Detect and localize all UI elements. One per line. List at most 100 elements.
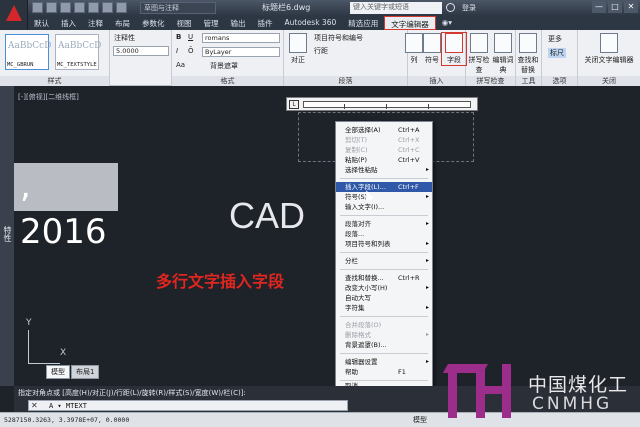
tab-extra[interactable]: ◉▾: [436, 16, 458, 30]
menu-item-copy[interactable]: 复制(C) Ctrl+C: [336, 145, 432, 155]
annotative-toggle[interactable]: 注释性: [114, 33, 135, 43]
menu-item-insert-field[interactable]: 插入字段(L)... Ctrl+F: [336, 182, 432, 192]
menu-item-cut[interactable]: 剪切(T) Ctrl+X: [336, 135, 432, 145]
search-input[interactable]: 键入关键字或短语: [350, 2, 442, 14]
tab-plugins[interactable]: 插件: [252, 16, 279, 30]
close-command-icon[interactable]: ✕: [31, 401, 38, 410]
color-combo[interactable]: ByLayer: [202, 47, 280, 57]
menu-item-import-text[interactable]: 输入文字(I)...: [336, 202, 432, 212]
text-height-combo[interactable]: 5.0000: [113, 46, 169, 56]
tab-view[interactable]: 视图: [171, 16, 198, 30]
close-editor-icon: [600, 33, 618, 53]
justify-label: 对正: [291, 56, 305, 64]
menu-item-editor-settings[interactable]: 编辑器设置 ▸: [336, 357, 432, 367]
italic-button[interactable]: I: [176, 47, 178, 55]
redo-icon[interactable]: [116, 2, 127, 13]
tab-layout1[interactable]: 布局1: [71, 365, 100, 379]
model-space-button[interactable]: 模型: [413, 415, 427, 425]
edit-dictionary-button[interactable]: 编辑词典: [491, 33, 515, 75]
spellcheck-icon: [470, 33, 488, 53]
tab-manage[interactable]: 管理: [198, 16, 225, 30]
menu-item-autocaps[interactable]: 自动大写: [336, 293, 432, 303]
menu-item-columns[interactable]: 分栏 ▸: [336, 256, 432, 266]
menu-item-background-mask[interactable]: 背景遮罩(B)...: [336, 340, 432, 350]
tools-panel: 查找和替换 工具: [516, 30, 542, 86]
workspace-dropdown[interactable]: 草图与注释: [140, 2, 216, 14]
menu-label: 改变大小写(H): [345, 284, 388, 292]
style-preview: AaBbCcD: [58, 41, 102, 51]
tab-text-editor[interactable]: 文字编辑器: [384, 16, 436, 30]
tab-model[interactable]: 模型: [46, 365, 70, 379]
line-spacing-button[interactable]: 行距: [314, 46, 328, 56]
menu-item-change-case[interactable]: 改变大小写(H) ▸: [336, 283, 432, 293]
menu-label: 全部选择(A): [345, 126, 381, 134]
search-icon[interactable]: [446, 3, 455, 12]
justify-button[interactable]: 对正: [286, 33, 310, 65]
font-combo[interactable]: romans: [202, 33, 280, 43]
case-button[interactable]: Aa: [176, 61, 185, 69]
menu-shortcut: Ctrl+A: [398, 126, 420, 134]
tab-parametric[interactable]: 参数化: [136, 16, 171, 30]
menu-label: 删除格式: [345, 331, 371, 339]
menu-item-help[interactable]: 帮助 F1: [336, 367, 432, 377]
spellcheck-button[interactable]: 拼写检查: [467, 33, 491, 75]
print-icon[interactable]: [88, 2, 99, 13]
application-menu-button[interactable]: [0, 0, 28, 30]
command-input[interactable]: ✕ A ▾ MTEXT: [28, 400, 348, 411]
tab-annotate[interactable]: 注释: [82, 16, 109, 30]
style-swatch-2[interactable]: AaBbCcD MC_TEXTSTYLE: [55, 34, 102, 70]
close-button[interactable]: ✕: [624, 1, 638, 13]
tab-autodesk360[interactable]: Autodesk 360: [279, 16, 343, 30]
properties-palette-strip[interactable]: 特性: [0, 86, 14, 386]
menu-item-symbol[interactable]: 符号(S) ▸: [336, 192, 432, 202]
login-button[interactable]: 登录: [462, 3, 476, 13]
bullets-button[interactable]: 项目符号和编号: [314, 33, 363, 43]
ruler-toggle[interactable]: 标尺: [548, 48, 566, 58]
style-swatch-1[interactable]: AaBbCcD MC_GBRUN: [5, 34, 51, 70]
tab-type-button[interactable]: L: [289, 100, 299, 109]
underline-button[interactable]: U: [188, 33, 193, 41]
menu-item-bullets[interactable]: 项目符号和列表 ▸: [336, 239, 432, 249]
menu-item-paste-special[interactable]: 选择性粘贴 ▸: [336, 165, 432, 175]
tab-output[interactable]: 输出: [225, 16, 252, 30]
mtext-ruler[interactable]: L: [286, 97, 478, 111]
overline-button[interactable]: Ō: [188, 47, 194, 55]
open-icon[interactable]: [46, 2, 57, 13]
tab-layout[interactable]: 布局: [109, 16, 136, 30]
ucs-x-axis: [28, 363, 60, 364]
field-button[interactable]: 字段: [441, 32, 467, 66]
tab-featured-apps[interactable]: 精选应用: [342, 16, 384, 30]
menu-item-combine-paragraphs[interactable]: 合并段落(O): [336, 320, 432, 330]
menu-item-charset[interactable]: 字符集 ▸: [336, 303, 432, 313]
more-button[interactable]: 更多: [548, 34, 562, 44]
viewport-label[interactable]: [-][俯视][二维线框]: [18, 92, 79, 102]
find-replace-button[interactable]: 查找和替换: [516, 33, 540, 75]
close-text-editor-button[interactable]: 关闭文字编辑器: [581, 33, 637, 65]
background-mask-button[interactable]: 背景遮罩: [210, 61, 238, 71]
ruler-tick: [428, 104, 429, 109]
bold-button[interactable]: B: [176, 33, 181, 41]
save-icon[interactable]: [60, 2, 71, 13]
undo-icon[interactable]: [102, 2, 113, 13]
menu-item-remove-formatting[interactable]: 删除格式 ▸: [336, 330, 432, 340]
layout-tabs: 模型 布局1: [46, 365, 100, 379]
menu-item-find-replace[interactable]: 查找和替换... Ctrl+R: [336, 273, 432, 283]
new-icon[interactable]: [32, 2, 43, 13]
menu-item-paragraph[interactable]: 段落...: [336, 229, 432, 239]
menu-item-paste[interactable]: 粘贴(P) Ctrl+V: [336, 155, 432, 165]
tab-insert[interactable]: 插入: [55, 16, 82, 30]
minimize-button[interactable]: —: [592, 1, 606, 13]
tab-default[interactable]: 默认: [28, 16, 55, 30]
saveas-icon[interactable]: [74, 2, 85, 13]
maximize-button[interactable]: □: [608, 1, 622, 13]
menu-item-select-all[interactable]: 全部选择(A) Ctrl+A: [336, 125, 432, 135]
at-symbol-icon: [423, 33, 441, 53]
symbol-button[interactable]: 符号: [420, 33, 444, 65]
menu-label: 分栏: [345, 257, 358, 265]
menu-item-paragraph-align[interactable]: 段落对齐 ▸: [336, 219, 432, 229]
justify-icon: [289, 33, 307, 53]
panel-title: 样式: [0, 76, 109, 86]
submenu-arrow-icon: ▸: [425, 358, 429, 365]
panel-title: 拼写检查: [466, 76, 515, 86]
ruler-bar[interactable]: [303, 101, 471, 109]
